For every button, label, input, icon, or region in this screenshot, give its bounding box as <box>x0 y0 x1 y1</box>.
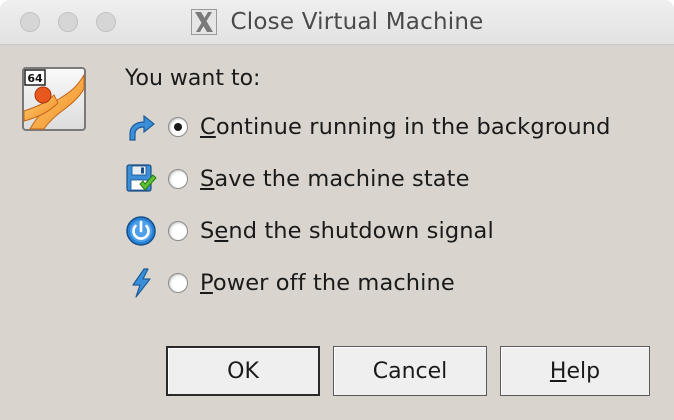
lightning-icon <box>132 268 151 298</box>
close-vm-dialog: Close Virtual Machine 64 You want to: Co… <box>0 0 674 420</box>
title-bar: Close Virtual Machine <box>0 0 674 45</box>
option-label-continue: Continue running in the background <box>200 114 611 140</box>
cancel-button[interactable]: Cancel <box>333 346 487 396</box>
help-button[interactable]: Help <box>500 346 650 396</box>
help-mnemonic: H <box>549 358 567 384</box>
virtualbox-vm-icon: 64 <box>22 67 86 131</box>
ok-button[interactable]: OK <box>166 346 320 396</box>
option-power-off[interactable]: Power off the machine <box>124 266 455 300</box>
power-button-icon <box>126 216 156 246</box>
svg-text:64: 64 <box>27 72 43 85</box>
option-label-save-state: Save the machine state <box>200 166 470 192</box>
radio-save-state[interactable] <box>168 169 188 189</box>
window-title: Close Virtual Machine <box>230 9 484 35</box>
help-label: elp <box>566 358 601 384</box>
save-state-icon <box>126 164 157 192</box>
option-save-state[interactable]: Save the machine state <box>124 162 470 196</box>
radio-continue[interactable] <box>168 117 188 137</box>
option-label-power-off: Power off the machine <box>200 270 455 296</box>
option-shutdown-signal[interactable]: Send the shutdown signal <box>124 214 494 248</box>
radio-shutdown[interactable] <box>168 221 188 241</box>
prompt-label: You want to: <box>125 66 261 91</box>
option-label-shutdown: Send the shutdown signal <box>200 218 494 244</box>
radio-power-off[interactable] <box>168 273 188 293</box>
continue-arrow-icon <box>129 114 155 141</box>
option-continue-background[interactable]: Continue running in the background <box>124 110 611 144</box>
x11-icon <box>190 9 217 35</box>
title-group: Close Virtual Machine <box>0 0 674 44</box>
